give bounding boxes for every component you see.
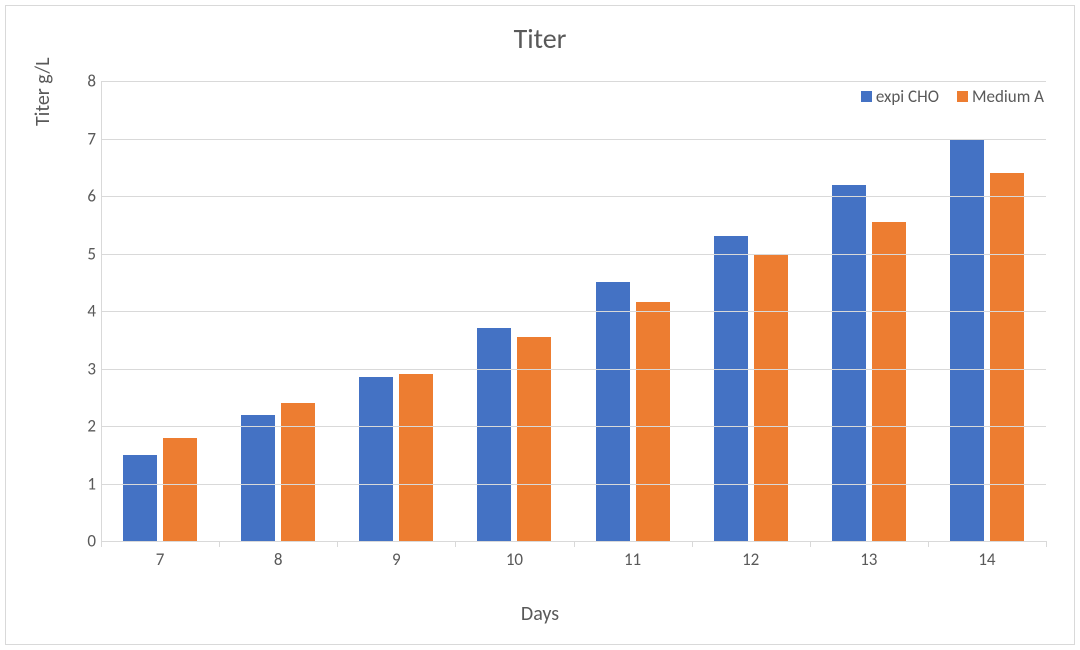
y-tick-label: 6 — [61, 186, 96, 207]
y-tick-label: 8 — [61, 71, 96, 92]
y-axis: 012345678 — [61, 81, 96, 541]
gridline — [101, 81, 1046, 82]
y-axis-label: Titer g/L — [31, 57, 55, 126]
bar — [754, 254, 788, 542]
x-tick-mark — [101, 541, 102, 547]
bar — [517, 337, 551, 541]
gridline — [101, 254, 1046, 255]
bar — [163, 438, 197, 542]
plot-area — [101, 81, 1046, 541]
y-tick-label: 4 — [61, 301, 96, 322]
x-tick-mark — [455, 541, 456, 547]
x-tick-label: 14 — [978, 549, 995, 570]
bar — [596, 282, 630, 541]
x-tick-mark — [810, 541, 811, 547]
gridline — [101, 484, 1046, 485]
bar — [399, 374, 433, 541]
bar — [477, 328, 511, 541]
x-tick-label: 8 — [274, 549, 283, 570]
y-tick-label: 5 — [61, 243, 96, 264]
legend-label: expi CHO — [876, 86, 939, 107]
gridline — [101, 139, 1046, 140]
chart-title: Titer — [6, 21, 1074, 56]
legend-swatch-icon — [861, 91, 872, 102]
x-tick-mark — [574, 541, 575, 547]
x-tick-mark — [219, 541, 220, 547]
legend-item-1: Medium A — [957, 86, 1044, 107]
gridline — [101, 311, 1046, 312]
y-tick-label: 7 — [61, 128, 96, 149]
bar — [832, 185, 866, 542]
x-tick-mark — [928, 541, 929, 547]
legend-label: Medium A — [972, 86, 1044, 107]
x-tick-mark — [1046, 541, 1047, 547]
bar — [359, 377, 393, 541]
x-tick-mark — [337, 541, 338, 547]
gridline — [101, 196, 1046, 197]
gridline — [101, 426, 1046, 427]
x-tick-label: 13 — [860, 549, 877, 570]
x-tick-label: 10 — [506, 549, 523, 570]
legend: expi CHO Medium A — [861, 86, 1044, 107]
bar — [281, 403, 315, 541]
y-tick-label: 3 — [61, 358, 96, 379]
bar — [241, 415, 275, 542]
bar — [950, 139, 984, 542]
x-tick-label: 12 — [742, 549, 759, 570]
y-tick-label: 0 — [61, 531, 96, 552]
bar — [990, 173, 1024, 541]
x-axis-label: Days — [6, 602, 1074, 626]
bar — [714, 236, 748, 541]
x-axis: 7 8 9 10 11 12 13 14 — [101, 549, 1046, 579]
x-tick-label: 9 — [392, 549, 401, 570]
legend-swatch-icon — [957, 91, 968, 102]
y-tick-label: 2 — [61, 416, 96, 437]
x-tick-mark — [692, 541, 693, 547]
bar — [636, 302, 670, 541]
legend-item-0: expi CHO — [861, 86, 939, 107]
gridline — [101, 369, 1046, 370]
x-tick-label: 11 — [624, 549, 641, 570]
chart-container: Titer Titer g/L 012345678 7891011121314 … — [5, 5, 1075, 645]
y-tick-label: 1 — [61, 473, 96, 494]
bar — [123, 455, 157, 541]
x-tick-label: 7 — [156, 549, 165, 570]
bar — [872, 222, 906, 541]
